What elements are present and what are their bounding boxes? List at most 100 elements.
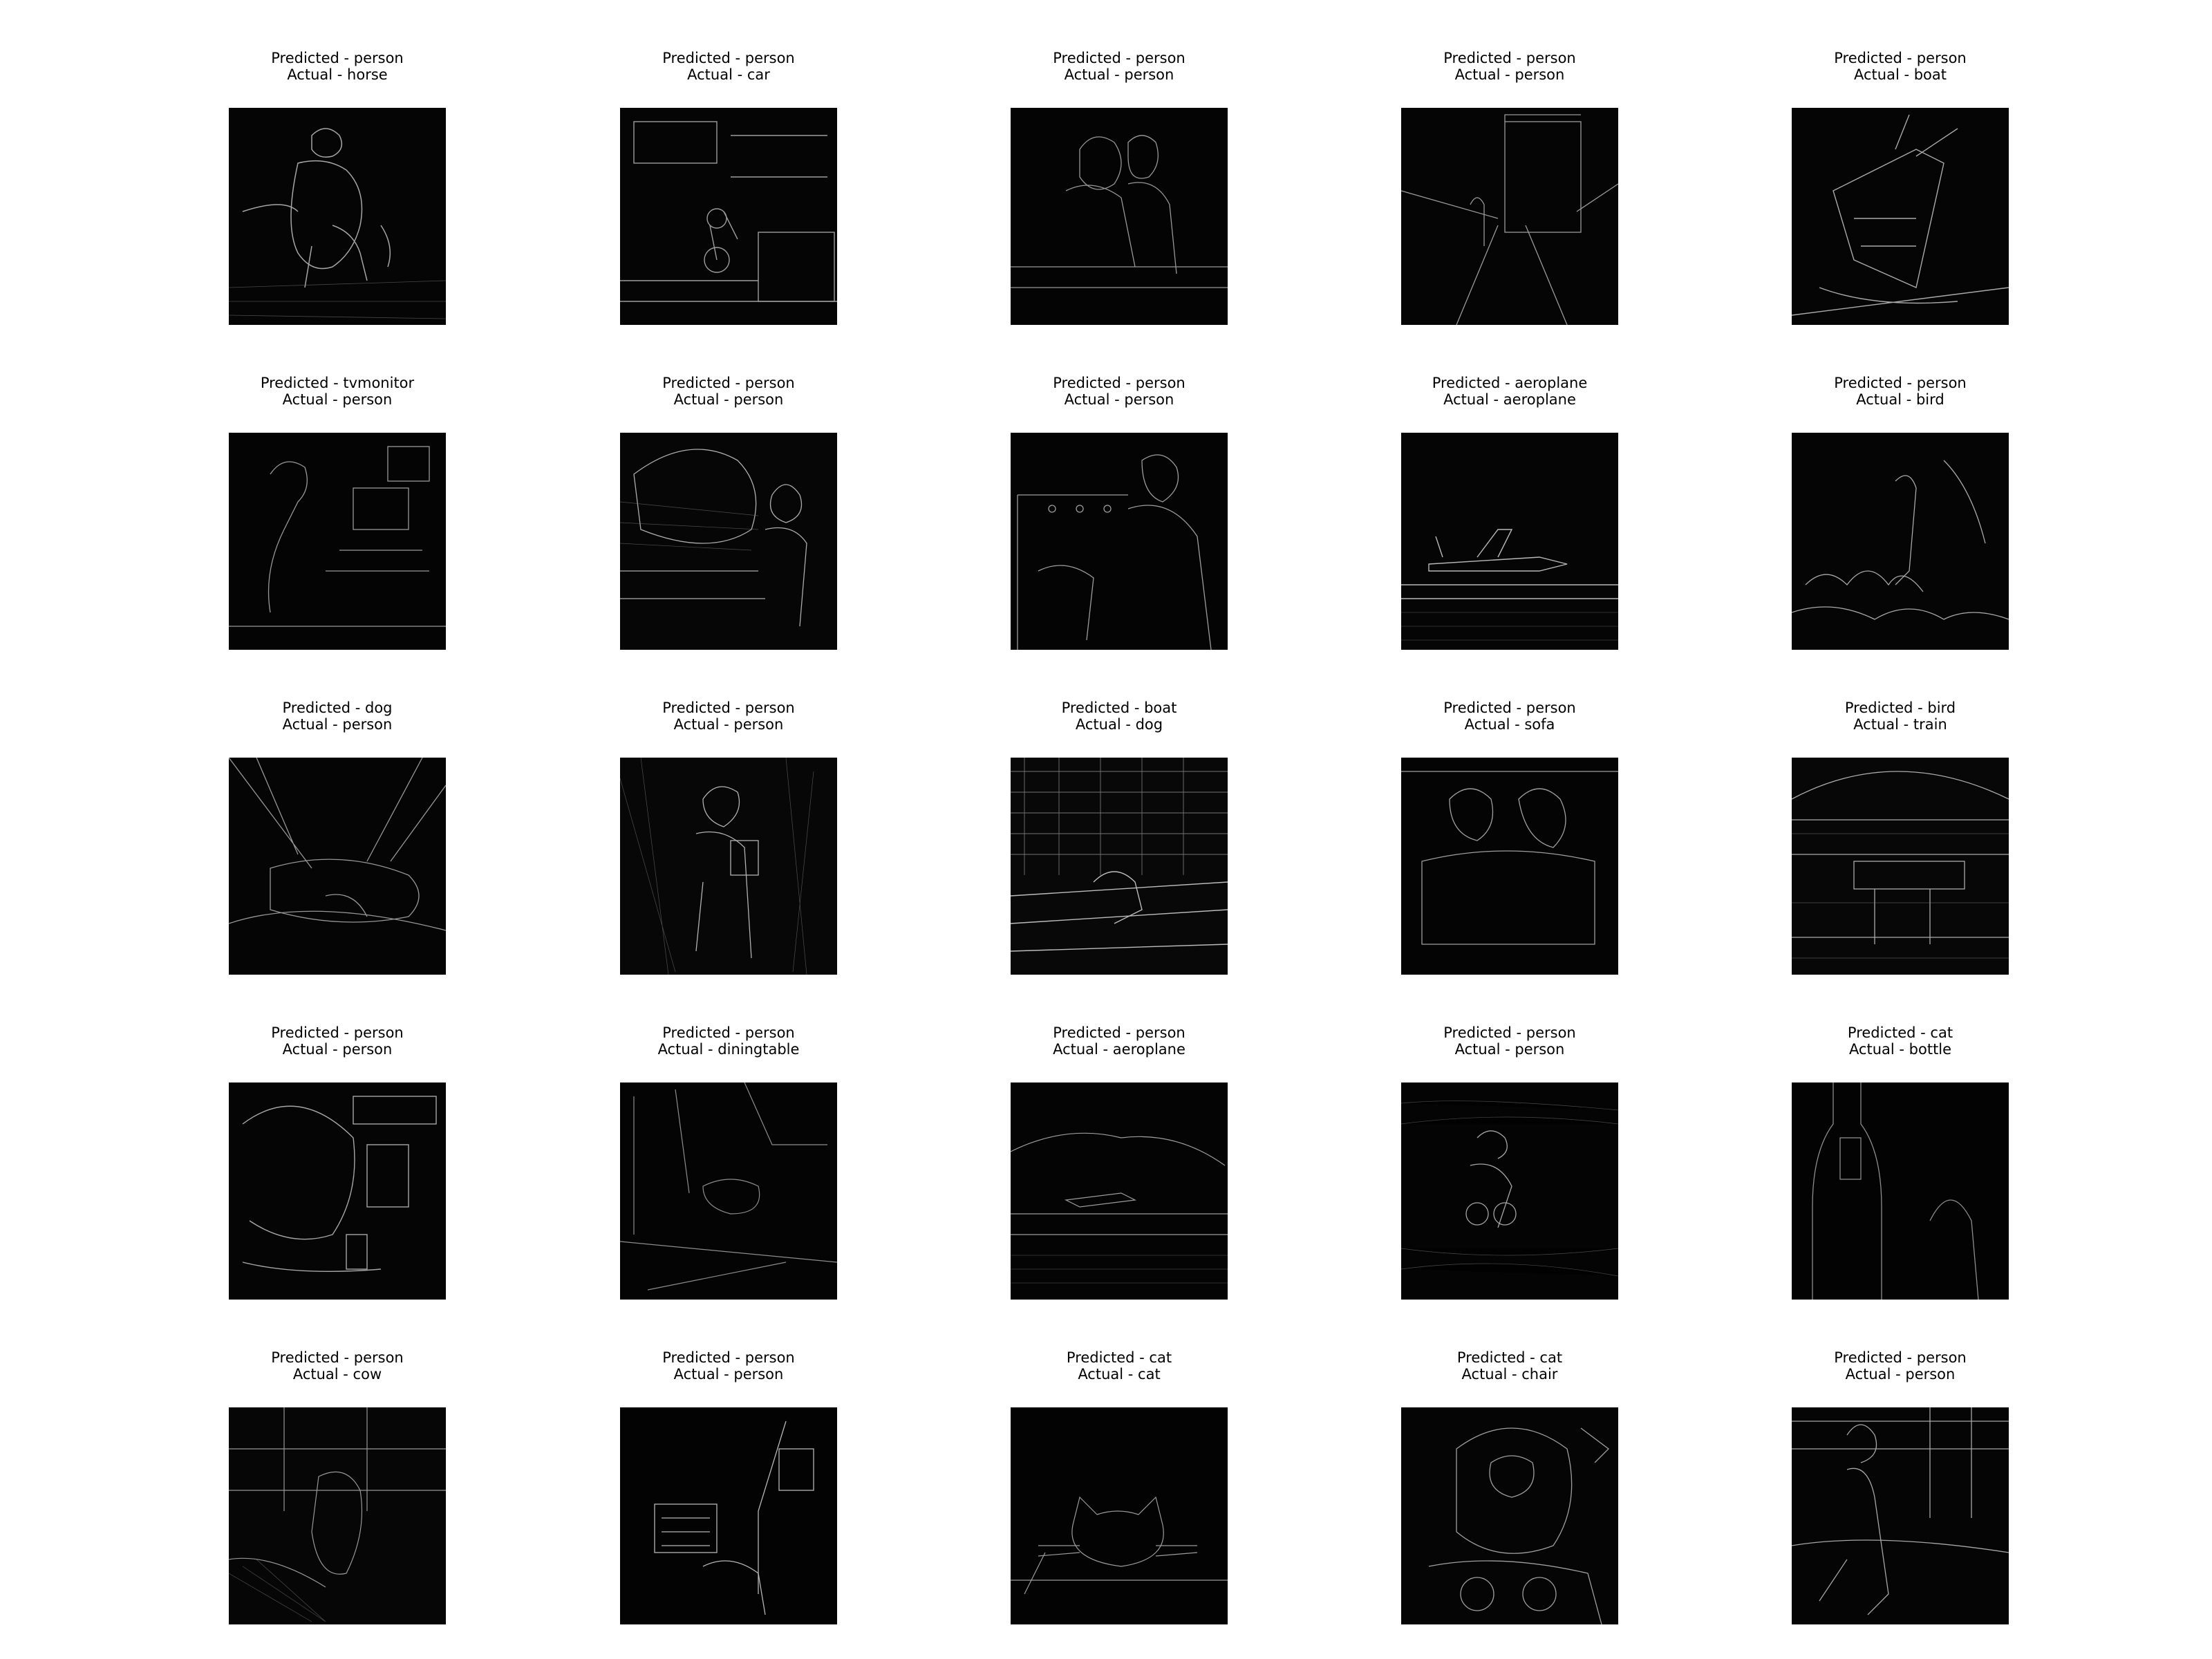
actual-label: Actual - dog [1075,716,1163,733]
edge-map-person [229,758,446,975]
predicted-label: Predicted - person [662,700,795,716]
actual-label: Actual - boat [1854,66,1947,83]
edge-map-cow [229,1407,446,1624]
edge-map-person [1792,1407,2009,1624]
panel-caption: Predicted - person Actual - person [1318,50,1701,83]
edge-map-image [620,108,837,325]
edge-map-diningtable [620,1082,837,1300]
edge-map-image [229,1082,446,1300]
actual-label: Actual - sofa [1464,716,1555,733]
predicted-label: Predicted - person [1443,1024,1576,1041]
actual-label: Actual - train [1853,716,1947,733]
panel-caption: Predicted - person Actual - diningtable [537,1024,920,1058]
edge-map-person [1401,108,1618,325]
actual-label: Actual - person [1064,391,1174,408]
predicted-label: Predicted - person [1834,50,1967,66]
panel-caption: Predicted - person Actual - person [1709,1349,2092,1382]
edge-map-image [1401,1407,1618,1624]
actual-label: Actual - person [673,716,784,733]
panel-caption: Predicted - cat Actual - cat [928,1349,1311,1382]
panel-caption: Predicted - person Actual - aeroplane [928,1024,1311,1058]
edge-map-horse [229,108,446,325]
actual-label: Actual - cow [292,1366,382,1382]
actual-label: Actual - car [687,66,770,83]
predicted-label: Predicted - tvmonitor [260,375,415,391]
panel-caption: Predicted - person Actual - person [146,1024,529,1058]
edge-map-image [1792,1407,2009,1624]
edge-map-image [229,758,446,975]
panel-caption: Predicted - person Actual - person [928,50,1311,83]
actual-label: Actual - person [673,1366,784,1382]
predicted-label: Predicted - person [1053,50,1185,66]
actual-label: Actual - horse [287,66,388,83]
edge-map-person [1011,433,1228,650]
edge-map-aeroplane [1011,1082,1228,1300]
panel-caption: Predicted - person Actual - person [1318,1024,1701,1058]
edge-map-image [1011,108,1228,325]
predicted-label: Predicted - person [1834,1349,1967,1366]
edge-map-image [1401,758,1618,975]
panel-caption: Predicted - person Actual - cow [146,1349,529,1382]
actual-label: Actual - person [1454,1041,1565,1058]
edge-map-image [229,108,446,325]
panel-caption: Predicted - person Actual - car [537,50,920,83]
edge-map-image [1011,1082,1228,1300]
edge-map-image [1401,433,1618,650]
edge-map-image [1011,1407,1228,1624]
actual-label: Actual - cat [1078,1366,1161,1382]
edge-map-image [620,1082,837,1300]
edge-map-person [1401,1082,1618,1300]
panel-caption: Predicted - person Actual - horse [146,50,529,83]
edge-map-person [229,433,446,650]
edge-map-image [1792,758,2009,975]
actual-label: Actual - diningtable [657,1041,800,1058]
panel-caption: Predicted - person Actual - person [537,375,920,408]
panel-caption: Predicted - dog Actual - person [146,700,529,733]
actual-label: Actual - person [282,1041,393,1058]
edge-map-image [229,1407,446,1624]
edge-map-image [229,433,446,650]
predicted-label: Predicted - person [662,50,795,66]
predicted-label: Predicted - cat [1847,1024,1953,1041]
edge-map-sofa [1401,758,1618,975]
edge-map-bottle [1792,1082,2009,1300]
predicted-label: Predicted - cat [1066,1349,1172,1366]
predicted-label: Predicted - person [1053,375,1185,391]
actual-label: Actual - chair [1461,1366,1558,1382]
edge-map-image [620,433,837,650]
panel-caption: Predicted - person Actual - boat [1709,50,2092,83]
actual-label: Actual - person [282,391,393,408]
panel-caption: Predicted - person Actual - person [537,700,920,733]
panel-caption: Predicted - boat Actual - dog [928,700,1311,733]
edge-map-cat [1011,1407,1228,1624]
predicted-label: Predicted - person [1443,50,1576,66]
actual-label: Actual - aeroplane [1443,391,1576,408]
panel-caption: Predicted - person Actual - person [537,1349,920,1382]
panel-caption: Predicted - person Actual - bird [1709,375,2092,408]
edge-map-image [1792,433,2009,650]
predicted-label: Predicted - dog [282,700,393,716]
actual-label: Actual - aeroplane [1053,1041,1185,1058]
predicted-label: Predicted - person [662,1024,795,1041]
predicted-label: Predicted - person [1053,1024,1185,1041]
edge-map-image [620,1407,837,1624]
edge-map-image [1401,1082,1618,1300]
panel-caption: Predicted - bird Actual - train [1709,700,2092,733]
edge-map-person [229,1082,446,1300]
edge-map-image [1792,1082,2009,1300]
edge-map-image [1792,108,2009,325]
predicted-label: Predicted - aeroplane [1432,375,1588,391]
actual-label: Actual - bird [1856,391,1944,408]
prediction-grid: Predicted - person Actual - horse Predic… [0,0,2212,1659]
predicted-label: Predicted - boat [1061,700,1177,716]
actual-label: Actual - bottle [1848,1041,1952,1058]
edge-map-image [620,758,837,975]
predicted-label: Predicted - person [271,1349,404,1366]
actual-label: Actual - person [1454,66,1565,83]
edge-map-image [1011,433,1228,650]
edge-map-person [620,758,837,975]
panel-caption: Predicted - cat Actual - bottle [1709,1024,2092,1058]
panel-caption: Predicted - person Actual - person [928,375,1311,408]
edge-map-chair [1401,1407,1618,1624]
edge-map-person [1011,108,1228,325]
